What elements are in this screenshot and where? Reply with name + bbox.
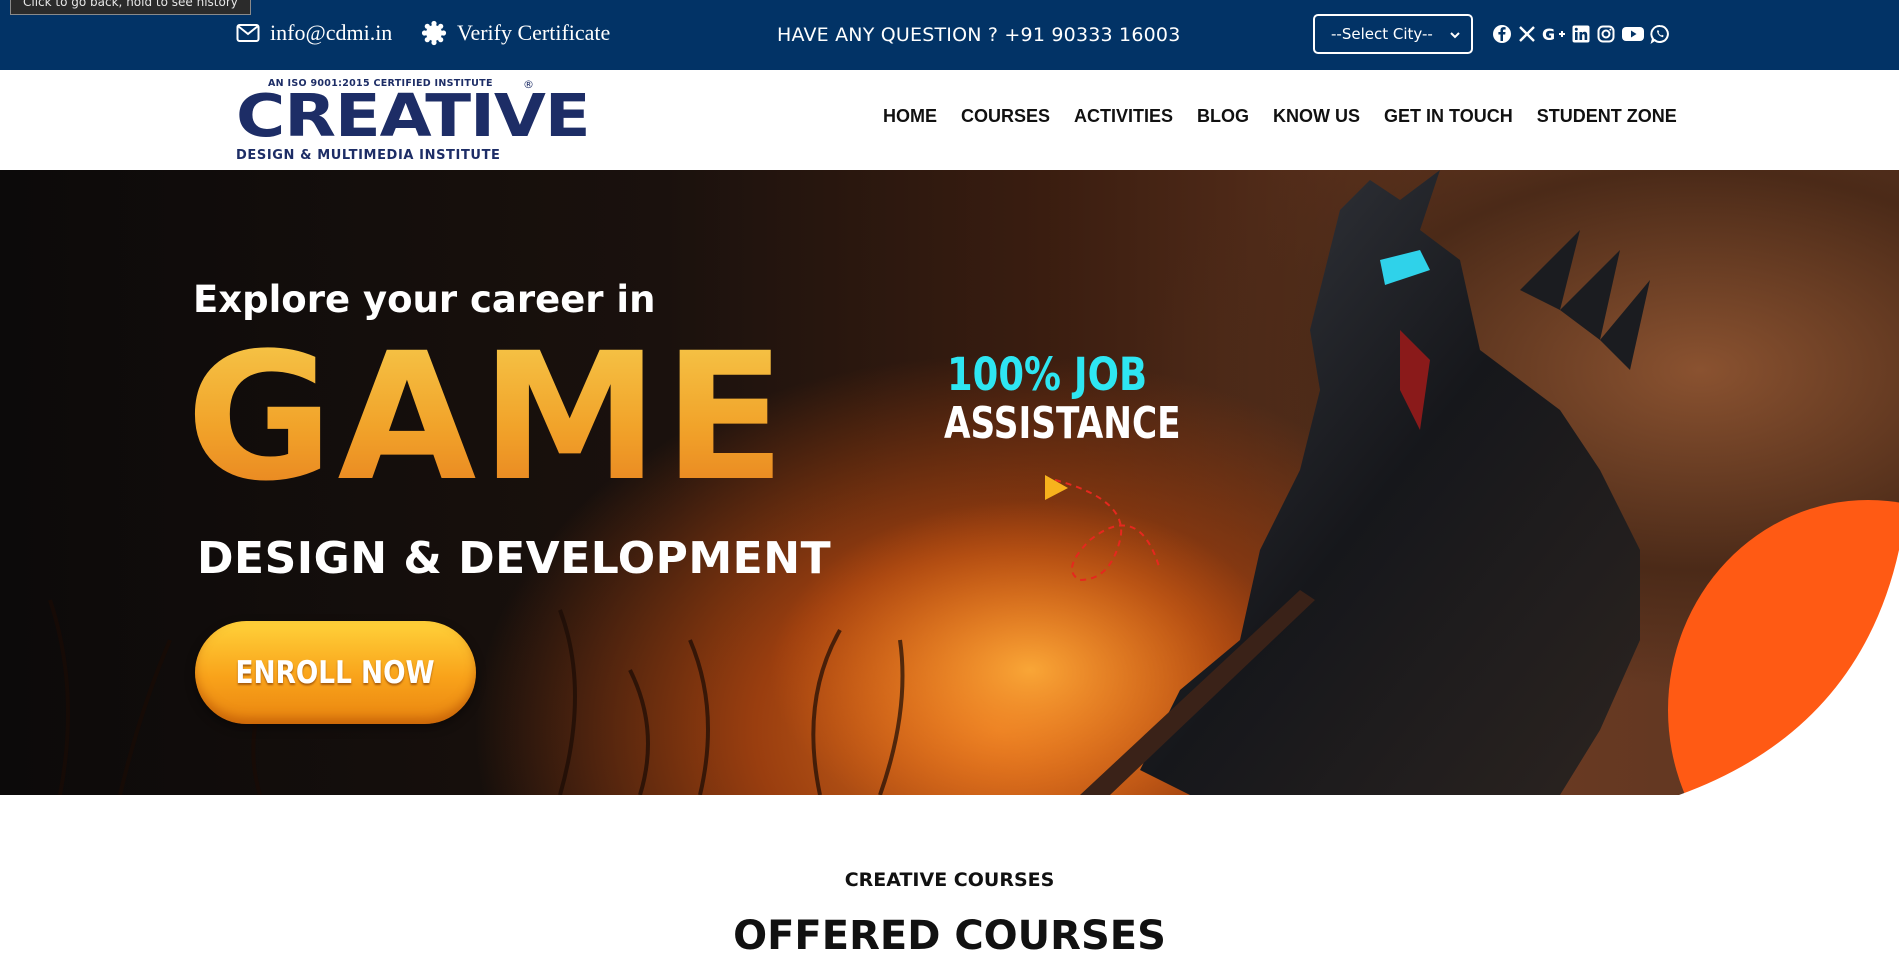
nav-courses[interactable]: COURSES: [961, 106, 1050, 127]
enroll-now-label: ENROLL NOW: [235, 654, 436, 691]
top-bar: info@cdmi.in Verify Certificate HAVE ANY…: [0, 0, 1899, 70]
email-text: info@cdmi.in: [270, 20, 393, 45]
nav-know-us[interactable]: KNOW US: [1273, 106, 1360, 127]
chevron-down-icon: [1450, 32, 1460, 39]
google-plus-icon[interactable]: G: [1542, 24, 1566, 44]
x-twitter-icon[interactable]: [1517, 24, 1537, 44]
logo-tagline: DESIGN & MULTIMEDIA INSTITUTE: [236, 148, 501, 163]
nav-blog[interactable]: BLOG: [1197, 106, 1249, 127]
nav-student-zone[interactable]: STUDENT ZONE: [1537, 106, 1677, 127]
whatsapp-icon[interactable]: [1650, 24, 1670, 44]
main-nav: HOME COURSES ACTIVITIES BLOG KNOW US GET…: [883, 106, 1701, 127]
section-title: OFFERED COURSES: [733, 913, 1166, 959]
job-assistance-line2: ASSISTANCE: [944, 398, 1181, 449]
enroll-now-button[interactable]: ENROLL NOW: [195, 621, 476, 724]
verify-certificate-link[interactable]: Verify Certificate: [421, 20, 610, 46]
browser-back-tooltip: Click to go back, hold to see history: [10, 0, 251, 15]
job-assistance-line1: 100% JOB: [947, 348, 1148, 401]
certificate-badge-icon: [421, 20, 447, 46]
white-curve-mask: [1679, 550, 1899, 795]
site-logo[interactable]: AN ISO 9001:2015 CERTIFIED INSTITUTE ® C…: [236, 78, 591, 164]
hero-banner[interactable]: Explore your career in GAME DESIGN & DEV…: [0, 170, 1899, 795]
facebook-icon[interactable]: [1492, 24, 1512, 44]
linkedin-icon[interactable]: [1571, 24, 1591, 44]
contact-question: HAVE ANY QUESTION ? +91 90333 16003: [777, 24, 1181, 46]
hero-subhead: DESIGN & DEVELOPMENT: [197, 533, 832, 584]
instagram-icon[interactable]: [1596, 24, 1616, 44]
logo-wordmark: CREATIVE: [236, 82, 591, 151]
city-select[interactable]: --Select City--: [1313, 14, 1473, 54]
svg-text:G: G: [1542, 25, 1555, 43]
nav-home[interactable]: HOME: [883, 106, 937, 127]
youtube-icon[interactable]: [1621, 24, 1645, 44]
nav-activities[interactable]: ACTIVITIES: [1074, 106, 1173, 127]
social-links: G: [1492, 24, 1670, 44]
verify-text: Verify Certificate: [457, 20, 611, 45]
hero-headline: GAME: [186, 315, 790, 520]
city-select-value: --Select City--: [1331, 25, 1433, 43]
nav-get-in-touch[interactable]: GET IN TOUCH: [1384, 106, 1513, 127]
mail-icon: [236, 24, 260, 42]
section-kicker: CREATIVE COURSES: [844, 869, 1055, 891]
email-link[interactable]: info@cdmi.in: [236, 20, 392, 46]
